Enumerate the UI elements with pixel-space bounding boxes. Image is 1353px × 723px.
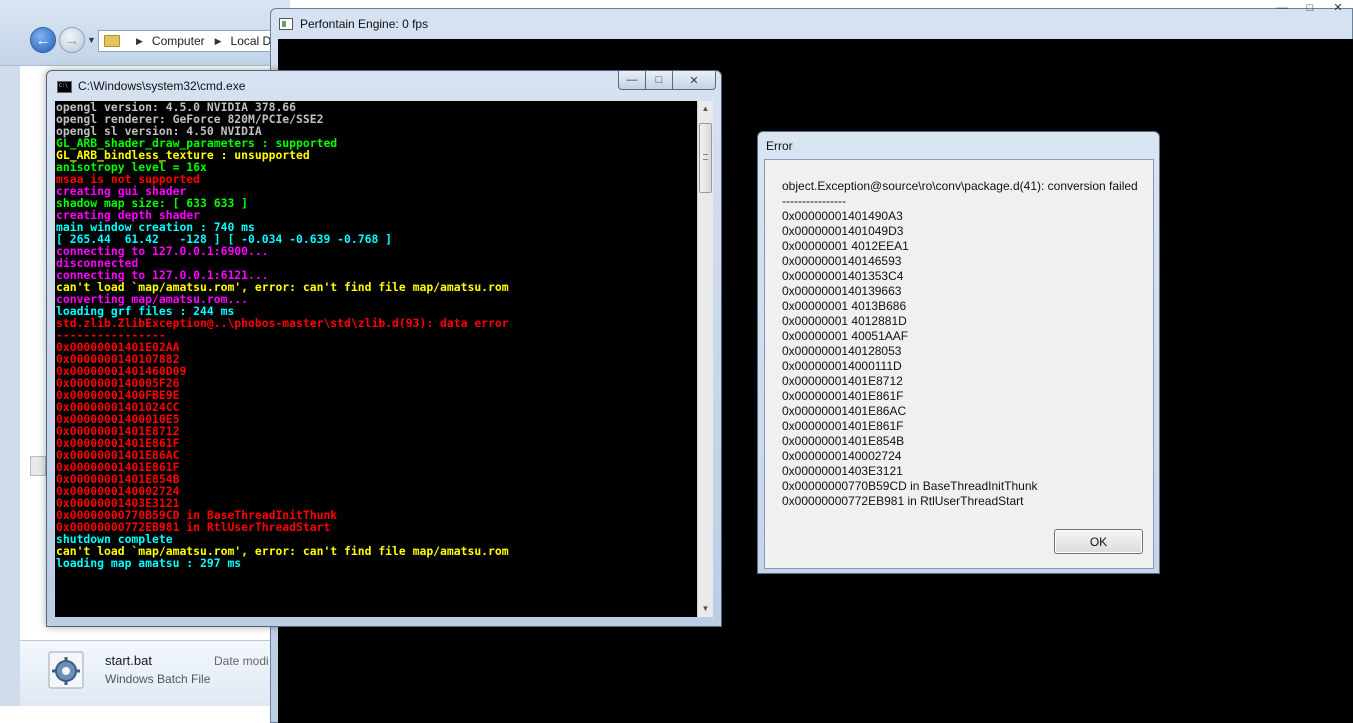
forward-button[interactable]: → bbox=[59, 27, 85, 53]
breadcrumb-separator-icon[interactable]: ▶ bbox=[215, 36, 222, 47]
error-stack-line: 0x00000001 4012EEA1 bbox=[782, 239, 909, 253]
error-message: object.Exception@source\ro\conv\package.… bbox=[782, 179, 1138, 509]
error-dialog-body: object.Exception@source\ro\conv\package.… bbox=[764, 159, 1154, 569]
breadcrumb-computer[interactable]: Computer bbox=[152, 34, 205, 48]
engine-titlebar[interactable]: Perfontain Engine: 0 fps — □ ✕ bbox=[271, 2, 1352, 39]
minimize-icon: — bbox=[626, 74, 638, 86]
error-stack-line: 0x00000000770B59CD in BaseThreadInitThun… bbox=[782, 479, 1038, 493]
explorer-scrollbar[interactable] bbox=[30, 456, 46, 476]
error-exception-line: object.Exception@source\ro\conv\package.… bbox=[782, 179, 1138, 193]
error-stack-line: 0x00000001401049D3 bbox=[782, 224, 904, 238]
error-stack-line: 0x00000001401490A3 bbox=[782, 209, 903, 223]
ok-button[interactable]: OK bbox=[1054, 529, 1143, 554]
batch-file-gear-icon bbox=[48, 651, 84, 689]
file-type: Windows Batch File bbox=[105, 672, 211, 686]
recent-pages-dropdown-icon[interactable]: ▼ bbox=[87, 35, 96, 45]
error-dialog-title: Error bbox=[766, 139, 793, 153]
error-stack-line: 0x00000001403E3121 bbox=[782, 464, 903, 478]
error-stack-line: 0x00000001401E854B bbox=[782, 434, 905, 448]
error-stack-line: 0x00000001 4012881D bbox=[782, 314, 907, 328]
error-stack-line: ---------------- bbox=[782, 194, 846, 208]
engine-close-button[interactable]: ✕ bbox=[1324, 0, 1352, 17]
cmd-window-controls: — □ ✕ bbox=[618, 71, 716, 90]
error-stack-line: 0x00000001401353C4 bbox=[782, 269, 904, 283]
explorer-navbar: ← → ▼ ▶ Computer ▶ Local Disk bbox=[0, 0, 290, 66]
console-line: loading map amatsu : 297 ms bbox=[56, 556, 242, 570]
error-stack-line: 0x00000001401E861F bbox=[782, 389, 904, 403]
error-dialog[interactable]: Error object.Exception@source\ro\conv\pa… bbox=[757, 131, 1160, 574]
details-pane: start.bat Windows Batch File Date modi bbox=[20, 640, 290, 706]
error-stack-line: 0x00000001401E8712 bbox=[782, 374, 903, 388]
scroll-down-arrow-icon[interactable]: ▼ bbox=[698, 601, 713, 617]
error-stack-line: 0x00000001401E86AC bbox=[782, 404, 907, 418]
address-bar[interactable]: ▶ Computer ▶ Local Disk bbox=[98, 30, 290, 52]
scrollbar-grip-icon bbox=[703, 154, 708, 160]
error-stack-line: 0x00000001 40051AAF bbox=[782, 329, 909, 343]
scrollbar-thumb[interactable] bbox=[699, 123, 712, 193]
error-stack-line: 0x0000000140139663 bbox=[782, 284, 902, 298]
maximize-icon: □ bbox=[655, 74, 663, 86]
cmd-app-icon bbox=[57, 81, 72, 93]
error-stack-line: 0x00000001401E861F bbox=[782, 419, 904, 433]
file-name: start.bat bbox=[105, 653, 152, 668]
error-stack-line: 0x00000000772EB981 in RtlUserThreadStart bbox=[782, 494, 1024, 508]
console-output[interactable]: opengl version: 4.5.0 NVIDIA 378.66 openg… bbox=[55, 101, 697, 617]
close-icon: ✕ bbox=[689, 74, 699, 87]
folder-icon bbox=[104, 35, 120, 47]
engine-window-title: Perfontain Engine: 0 fps bbox=[300, 17, 429, 31]
console-scrollbar[interactable]: ▲ ▼ bbox=[697, 101, 713, 617]
scroll-up-arrow-icon[interactable]: ▲ bbox=[698, 101, 713, 117]
cmd-window-title: C:\Windows\system32\cmd.exe bbox=[78, 79, 246, 93]
engine-window-controls: — □ ✕ bbox=[1268, 0, 1352, 17]
engine-maximize-button[interactable]: □ bbox=[1296, 0, 1324, 17]
cmd-close-button[interactable]: ✕ bbox=[672, 71, 716, 90]
engine-app-icon bbox=[279, 18, 293, 30]
error-stack-line: 0x0000000140128053 bbox=[782, 344, 902, 358]
error-stack-line: 0x0000000140002724 bbox=[782, 449, 902, 463]
cmd-window[interactable]: C:\Windows\system32\cmd.exe — □ ✕ opengl… bbox=[46, 70, 722, 627]
console-line: connecting to 127.0.0.1:6900... bbox=[56, 244, 269, 258]
back-button[interactable]: ← bbox=[30, 27, 56, 53]
error-stack-line: 0x000000014000111D bbox=[782, 359, 902, 373]
engine-minimize-button[interactable]: — bbox=[1268, 0, 1296, 17]
explorer-status-strip bbox=[0, 706, 290, 723]
forward-arrow-icon: → bbox=[64, 31, 80, 49]
cmd-maximize-button[interactable]: □ bbox=[645, 71, 672, 90]
date-modified-label: Date modi bbox=[214, 654, 269, 668]
error-stack-line: 0x00000001 4013B686 bbox=[782, 299, 907, 313]
explorer-frame bbox=[0, 66, 20, 706]
error-stack-line: 0x0000000140146593 bbox=[782, 254, 902, 268]
back-arrow-icon: ← bbox=[35, 31, 51, 49]
breadcrumb-separator-icon[interactable]: ▶ bbox=[136, 36, 143, 47]
cmd-minimize-button[interactable]: — bbox=[618, 71, 645, 90]
